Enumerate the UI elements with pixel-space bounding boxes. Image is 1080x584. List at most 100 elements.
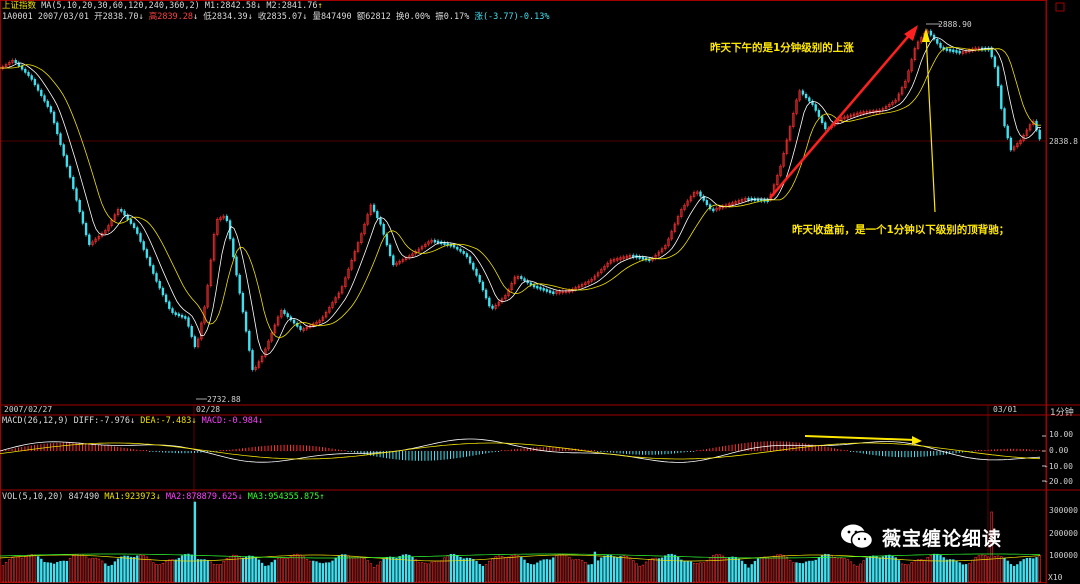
- volume-bar: [875, 556, 878, 583]
- price-candle: [193, 336, 197, 348]
- period-selector[interactable]: 1分钟: [1050, 405, 1074, 418]
- price-candle: [436, 240, 440, 244]
- volume-bar: [763, 556, 766, 583]
- macd-params[interactable]: MACD(26,12,9): [2, 416, 69, 426]
- open-arrow-icon: ↓: [138, 12, 144, 22]
- price-candle: [1003, 108, 1006, 127]
- macd-bar: [357, 451, 359, 454]
- price-candle: [552, 291, 555, 295]
- price-candle: [532, 284, 536, 288]
- price-candle: [81, 211, 85, 224]
- volume-bar: [804, 561, 808, 583]
- macd-bar: [299, 445, 301, 451]
- price-candle: [536, 285, 539, 289]
- macd-bar: [309, 445, 311, 451]
- macd-bar: [843, 450, 845, 451]
- macd-bar: [984, 450, 986, 451]
- macd-bar: [610, 451, 611, 453]
- price-candle: [808, 97, 811, 102]
- volume-bar: [180, 555, 184, 583]
- price-candle: [292, 319, 296, 324]
- price-candle: [459, 248, 462, 252]
- volume-bar: [456, 555, 459, 583]
- macd-bar: [686, 451, 688, 452]
- vol-header: VOL(5,10,20) 847490 MA1:923973↓ MA2:8788…: [2, 492, 325, 502]
- volume-bar: [571, 559, 574, 583]
- volume-bar: [155, 564, 158, 583]
- macd-bar: [405, 451, 407, 461]
- macd-bar: [494, 451, 496, 452]
- macd-bar: [466, 451, 467, 457]
- volume-bar: [440, 560, 443, 583]
- price-candle: [478, 275, 481, 283]
- volume-bar: [8, 559, 11, 583]
- volume-bar: [971, 559, 974, 583]
- volume-bar: [424, 562, 427, 583]
- price-candle: [462, 251, 465, 254]
- volume-bar: [443, 557, 446, 583]
- macd-bar: [434, 451, 435, 461]
- price-candle: [372, 204, 376, 212]
- volume-bar: [238, 556, 241, 583]
- volume-bar: [497, 555, 501, 583]
- volume-bar: [798, 562, 801, 583]
- volume-bar: [699, 562, 702, 583]
- price-candle: [952, 49, 955, 53]
- volume-bar: [548, 559, 552, 583]
- macd-bar: [552, 447, 554, 451]
- macd-bar: [146, 450, 147, 451]
- macd-bar: [117, 446, 119, 451]
- volume-bar: [593, 551, 597, 583]
- volume-bar: [388, 556, 392, 583]
- vol-params[interactable]: VOL(5,10,20): [2, 492, 63, 502]
- volume-bar: [360, 556, 363, 583]
- volume-bar: [728, 557, 731, 583]
- volume-bar: [520, 557, 523, 583]
- volume-bar: [1028, 557, 1032, 583]
- volume-bar: [382, 558, 385, 583]
- macd-bar: [738, 443, 739, 451]
- volume-bar: [772, 555, 776, 583]
- volume-bar: [59, 560, 62, 583]
- macd-bar: [398, 451, 400, 460]
- volume-bar: [891, 555, 894, 583]
- volume-bar: [174, 559, 177, 583]
- volume-bar: [110, 564, 113, 583]
- volume-bar: [193, 501, 197, 583]
- macd-bar: [549, 447, 551, 451]
- volume-bar: [241, 557, 245, 583]
- volume-bar: [577, 559, 581, 583]
- volume-bar: [340, 554, 344, 583]
- price-candle: [24, 68, 27, 73]
- volume-bar: [958, 562, 961, 583]
- macd-bar: [952, 451, 954, 454]
- volume-bar: [513, 554, 517, 583]
- macd-bar: [446, 451, 448, 460]
- macd-bar: [878, 451, 880, 456]
- macd-bar: [149, 451, 151, 452]
- macd-bar: [190, 451, 192, 454]
- volume-bar: [452, 553, 456, 583]
- macd-bar: [94, 444, 96, 451]
- macd-bar: [130, 448, 131, 451]
- macd-bar: [43, 443, 45, 451]
- macd-bar: [498, 451, 499, 452]
- volume-bar: [968, 563, 971, 583]
- volume-bar: [529, 564, 533, 583]
- index-name[interactable]: 上证指数: [2, 1, 36, 11]
- volume-bar: [1003, 557, 1006, 583]
- macd-bar: [619, 451, 621, 454]
- volume-bar: [1016, 564, 1019, 583]
- price-candle: [1000, 85, 1003, 109]
- volume-bar: [1025, 558, 1029, 583]
- volume-bar: [1000, 556, 1003, 583]
- volume-bar: [904, 564, 907, 583]
- macd-bar: [955, 451, 957, 454]
- volume-bar: [168, 559, 171, 583]
- volume-bar: [36, 556, 40, 583]
- macd-bar: [437, 451, 439, 461]
- volume-bar: [356, 556, 360, 583]
- price-candle: [65, 155, 69, 167]
- volume-bar: [580, 560, 584, 583]
- price-candle: [155, 273, 158, 282]
